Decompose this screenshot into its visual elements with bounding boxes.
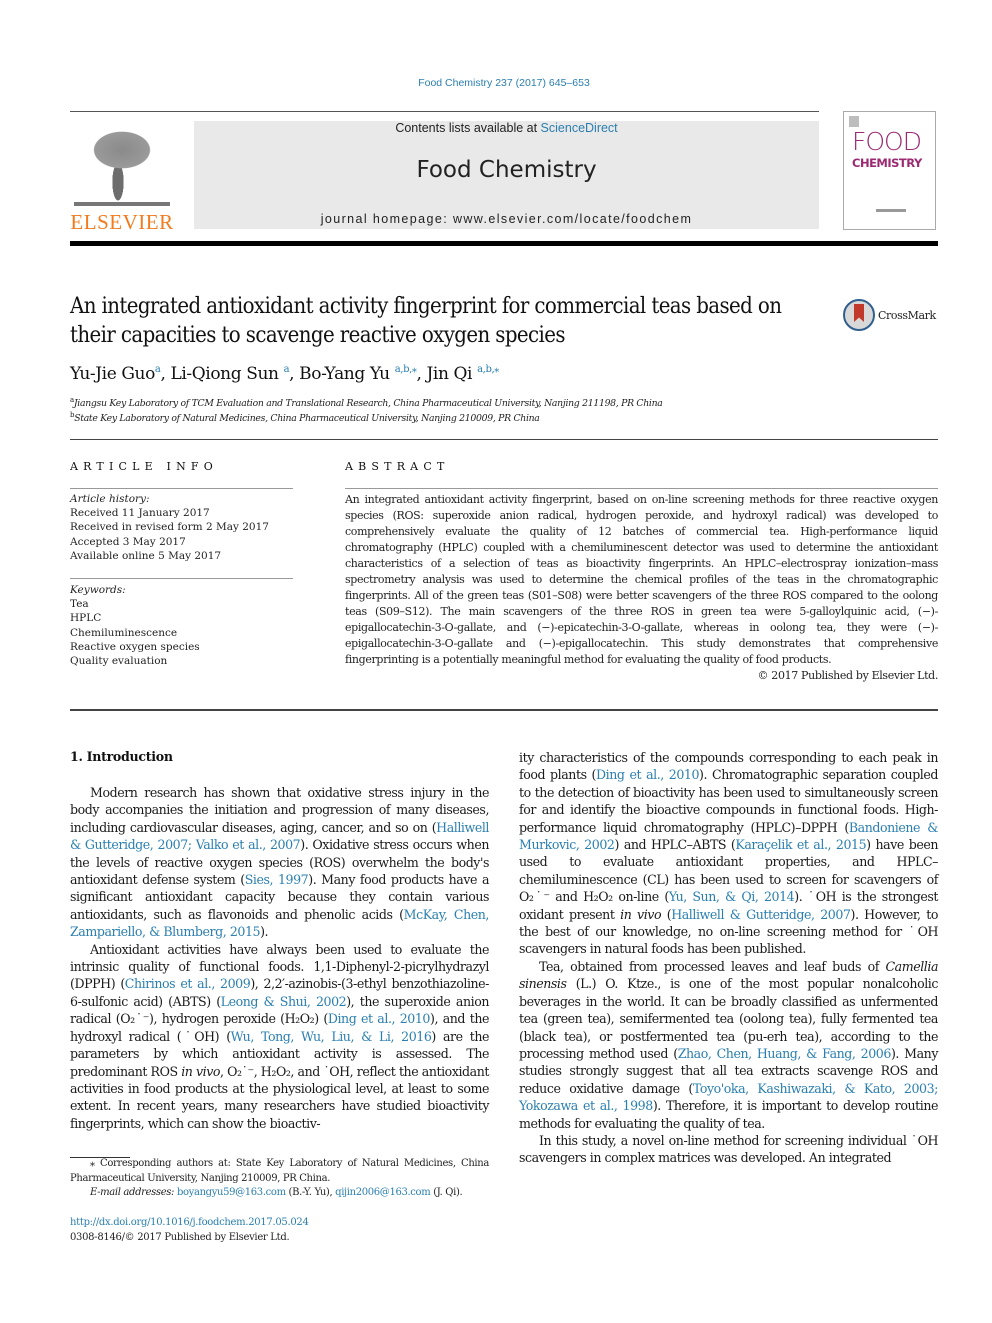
body-column-left: Modern research has shown that oxidative…: [70, 784, 489, 1132]
email-addresses: E-mail addresses: boyangyu59@163.com (B.…: [70, 1186, 489, 1201]
journal-homepage[interactable]: journal homepage: www.elsevier.com/locat…: [194, 212, 819, 226]
author-name[interactable]: Bo-Yang Yu: [299, 364, 390, 384]
issn-copyright: 0308-8146/© 2017 Published by Elsevier L…: [70, 1231, 290, 1243]
author-name[interactable]: Li-Qiong Sun: [171, 364, 279, 384]
article-info-heading: ARTICLE INFO: [70, 460, 218, 473]
cover-publisher-icon: [849, 116, 859, 127]
italic-text: in vivo: [181, 1063, 221, 1079]
email-link[interactable]: qijin2006@163.com: [335, 1187, 431, 1198]
corresponding-author-note: ⁎ Corresponding authors at: State Key La…: [70, 1158, 489, 1184]
history-label: Article history:: [70, 493, 150, 505]
affiliation-a: aJiangsu Key Laboratory of TCM Evaluatio…: [70, 396, 663, 409]
affiliation-text: State Key Laboratory of Natural Medicine…: [74, 413, 540, 425]
text-run: Tea, obtained from processed leaves and …: [539, 958, 886, 974]
history-revised: Received in revised form 2 May 2017: [70, 521, 269, 534]
citation-link[interactable]: Leong & Shui, 2002: [221, 994, 347, 1009]
header-rule: [70, 111, 819, 112]
citation-link[interactable]: Ding et al., 2010: [328, 1011, 431, 1026]
citation-link[interactable]: Halliwell & Gutteridge, 2007: [671, 907, 851, 922]
citation-link[interactable]: Sies, 1997: [245, 872, 309, 887]
doi-block: http://dx.doi.org/10.1016/j.foodchem.201…: [70, 1216, 309, 1245]
affiliation-b: bState Key Laboratory of Natural Medicin…: [70, 411, 540, 424]
article-title: An integrated antioxidant activity finge…: [70, 294, 782, 348]
paragraph: Antioxidant activities have always been …: [70, 941, 489, 1132]
paragraph: In this study, a novel on-line method fo…: [519, 1132, 938, 1167]
email-label: E-mail addresses:: [90, 1187, 175, 1198]
article-info-rule: [70, 488, 293, 489]
crossmark-label: CrossMark: [878, 308, 936, 322]
abstract-copyright: © 2017 Published by Elsevier Ltd.: [757, 669, 939, 682]
keywords-rule: [70, 578, 293, 579]
paragraph: Tea, obtained from processed leaves and …: [519, 958, 938, 1132]
text-run: Modern research has shown that oxidative…: [70, 785, 489, 835]
text-run: In this study, a novel on-line method fo…: [519, 1132, 938, 1166]
abstract-rule: [345, 488, 938, 489]
tree-icon: [72, 120, 172, 208]
elsevier-wordmark: ELSEVIER: [70, 210, 174, 234]
keyword: HPLC: [70, 612, 102, 625]
citation-link[interactable]: Wu, Tong, Wu, Liu, & Li, 2016: [231, 1029, 432, 1044]
abstract-heading: ABSTRACT: [345, 460, 450, 473]
title-block-rule: [70, 439, 938, 440]
author-list: Yu-Jie Guoa, Li-Qiong Sun a, Bo-Yang Yu …: [70, 364, 499, 384]
footnotes: ⁎ Corresponding authors at: State Key La…: [70, 1157, 489, 1201]
crossmark-icon: [843, 299, 875, 331]
keywords-list: Keywords: Tea HPLC Chemiluminescence Rea…: [70, 583, 300, 668]
text-run: ) and HPLC–ABTS (: [614, 837, 736, 853]
keyword: Reactive oxygen species: [70, 640, 200, 653]
history-accepted: Accepted 3 May 2017: [70, 535, 186, 548]
journal-citation[interactable]: Food Chemistry 237 (2017) 645–653: [0, 77, 992, 89]
author-separator: ,: [160, 364, 171, 384]
citation-link[interactable]: Ding et al., 2010: [596, 767, 699, 782]
text-run: (: [661, 906, 672, 922]
front-matter-rule: [70, 709, 938, 711]
article-history: Article history: Received 11 January 201…: [70, 492, 300, 563]
keywords-label: Keywords:: [70, 584, 126, 596]
citation-link[interactable]: Chirinos et al., 2009: [125, 976, 251, 991]
body-column-right: ity characteristics of the compounds cor…: [519, 749, 938, 1167]
citation-link[interactable]: Karaçelik et al., 2015: [735, 837, 866, 852]
paragraph: ity characteristics of the compounds cor…: [519, 749, 938, 958]
author-affil-mark[interactable]: a,b,⁎: [477, 364, 499, 375]
keyword: Tea: [70, 598, 89, 611]
contents-prefix: Contents lists available at: [395, 121, 541, 135]
abstract-body: An integrated antioxidant activity finge…: [345, 493, 938, 666]
elsevier-logo[interactable]: ELSEVIER: [70, 120, 174, 234]
italic-text: in vivo: [620, 906, 662, 922]
journal-cover-thumbnail[interactable]: FOOD CHEMISTRY: [843, 111, 936, 230]
email-owner: (B.-Y. Yu),: [285, 1187, 336, 1198]
cover-title-chemistry: CHEMISTRY: [852, 156, 922, 170]
email-owner: (J. Qi).: [430, 1187, 463, 1198]
affiliation-text: Jiangsu Key Laboratory of TCM Evaluation…: [73, 398, 663, 410]
history-received: Received 11 January 2017: [70, 507, 210, 520]
cover-footer-mark: [876, 209, 906, 212]
keyword: Chemiluminescence: [70, 626, 178, 639]
paragraph: Modern research has shown that oxidative…: [70, 784, 489, 941]
doi-link[interactable]: http://dx.doi.org/10.1016/j.foodchem.201…: [70, 1216, 309, 1231]
email-link[interactable]: boyangyu59@163.com: [177, 1187, 286, 1198]
abstract: An integrated antioxidant activity finge…: [345, 492, 938, 684]
header-thick-rule: [70, 241, 938, 246]
section-heading-introduction: 1. Introduction: [70, 749, 173, 764]
cover-title-food: FOOD: [852, 127, 922, 156]
author-affil-mark[interactable]: a,b,⁎: [395, 364, 417, 375]
text-run: ).: [260, 924, 269, 940]
keyword: Quality evaluation: [70, 655, 168, 668]
citation-link[interactable]: Zhao, Chen, Huang, & Fang, 2006: [678, 1046, 892, 1061]
citation-link[interactable]: Yu, Sun, & Qi, 2014: [669, 889, 795, 904]
author-name[interactable]: Yu-Jie Guo: [70, 364, 155, 384]
sciencedirect-link[interactable]: ScienceDirect: [541, 121, 618, 135]
contents-line: Contents lists available at ScienceDirec…: [194, 121, 819, 135]
crossmark-button[interactable]: CrossMark: [843, 298, 943, 332]
author-separator: ,: [289, 364, 300, 384]
history-online: Available online 5 May 2017: [70, 549, 222, 562]
journal-title: Food Chemistry: [416, 157, 597, 183]
author-separator: ,: [416, 364, 427, 384]
author-name[interactable]: Jin Qi: [427, 364, 473, 384]
